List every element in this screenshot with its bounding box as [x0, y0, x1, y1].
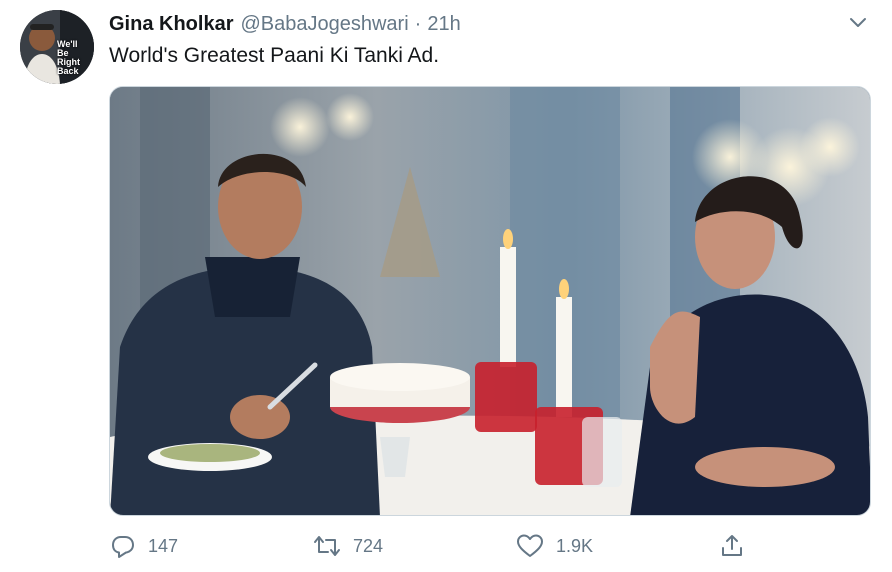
retweet-icon [313, 533, 341, 559]
tweet-header: Gina Kholkar @BabaJogeshwari · 21h [109, 13, 461, 37]
avatar[interactable]: We'll Be Right Back [20, 10, 94, 84]
like-button[interactable]: 1.9K [516, 530, 593, 562]
retweet-button[interactable]: 724 [313, 530, 383, 562]
media-image [110, 87, 870, 515]
avatar-caption: We'll Be Right Back [57, 39, 80, 76]
share-button[interactable] [719, 530, 745, 562]
chevron-down-icon[interactable] [847, 14, 869, 32]
user-handle[interactable]: @BabaJogeshwari [240, 13, 408, 36]
share-icon [719, 533, 745, 559]
reply-count: 147 [148, 535, 179, 556]
timestamp[interactable]: 21h [427, 13, 460, 36]
like-count: 1.9K [556, 535, 594, 556]
display-name[interactable]: Gina Kholkar [109, 13, 233, 36]
tweet-text: World's Greatest Paani Ki Tanki Ad. [109, 44, 440, 67]
separator-dot: · [414, 13, 422, 35]
tweet-media[interactable] [109, 86, 871, 516]
reply-icon [110, 533, 136, 559]
retweet-count: 724 [353, 535, 384, 556]
heart-icon [516, 533, 544, 559]
tweet-actions: 147 724 1.9K [0, 530, 892, 562]
reply-button[interactable]: 147 [110, 530, 178, 562]
